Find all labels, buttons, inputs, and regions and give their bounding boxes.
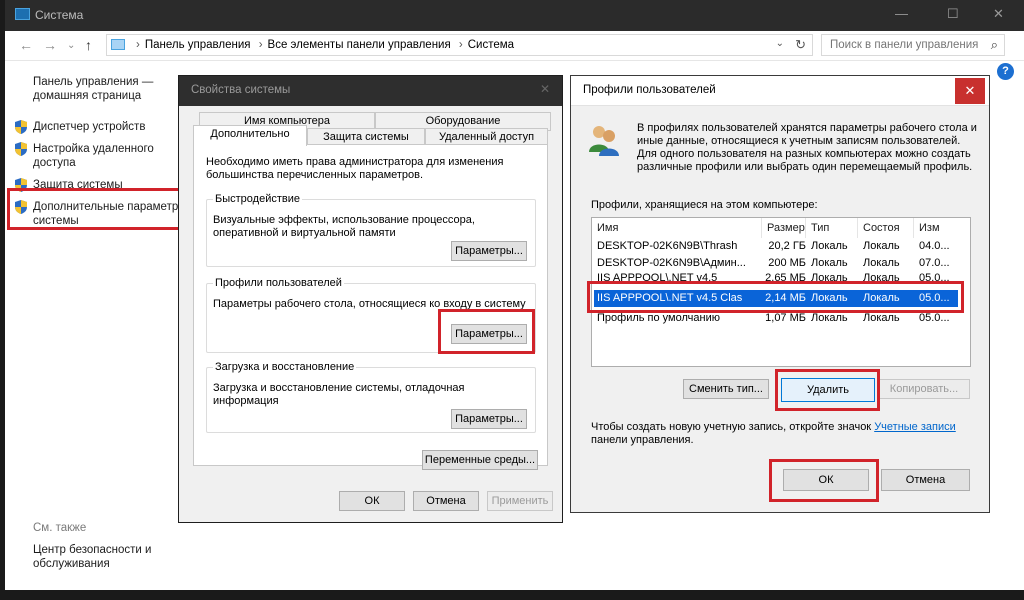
- highlight-box: [438, 309, 535, 354]
- highlight-box: [7, 188, 181, 230]
- chevron-right-icon: ›: [136, 39, 140, 51]
- shield-icon: [15, 120, 27, 134]
- cancel-button[interactable]: Отмена: [413, 491, 479, 511]
- sidebar-item-device-manager[interactable]: Диспетчер устройств: [15, 120, 193, 134]
- profile-state: Локаль: [863, 240, 900, 252]
- search-input[interactable]: [822, 35, 982, 55]
- breadcrumb-system[interactable]: Система: [468, 39, 514, 51]
- ok-button[interactable]: ОК: [339, 491, 405, 511]
- cancel-button[interactable]: Отмена: [881, 469, 970, 491]
- close-button[interactable]: ✕: [993, 6, 1004, 22]
- see-also-heading: См. также: [33, 522, 87, 534]
- profile-name: DESKTOP-02K6N9B\Thrash: [597, 240, 738, 252]
- performance-group: Быстродействие Визуальные эффекты, испол…: [206, 193, 536, 267]
- breadcrumb-all-items[interactable]: Все элементы панели управления: [268, 39, 451, 51]
- advanced-tab-panel: Необходимо иметь права администратора дл…: [193, 144, 548, 470]
- breadcrumb-control-panel[interactable]: Панель управления: [145, 39, 251, 51]
- forward-arrow-icon[interactable]: →: [43, 37, 57, 53]
- recent-chevron-icon[interactable]: ⌄: [67, 40, 75, 51]
- column-header-size[interactable]: Размер: [762, 218, 806, 238]
- column-header-name[interactable]: Имя: [592, 218, 762, 238]
- profile-modified: 04.0...: [919, 240, 950, 252]
- startup-recovery-group: Загрузка и восстановление Загрузка и вос…: [206, 361, 536, 433]
- help-icon[interactable]: ?: [997, 63, 1014, 80]
- dialog-title-bar: Свойства системы ✕: [179, 76, 562, 106]
- copy-button[interactable]: Копировать...: [878, 379, 970, 399]
- system-properties-dialog: Свойства системы ✕ Имя компьютера Оборуд…: [178, 75, 563, 523]
- highlight-box: [775, 369, 880, 411]
- group-description: Загрузка и восстановление системы, отлад…: [213, 382, 465, 407]
- security-center-link[interactable]: Центр безопасности и обслуживания: [33, 543, 173, 571]
- breadcrumb[interactable]: › Панель управления › Все элементы панели …: [106, 34, 813, 56]
- minimize-button[interactable]: —: [895, 6, 908, 21]
- column-header-modified[interactable]: Изм: [914, 218, 970, 238]
- up-arrow-icon[interactable]: ↑: [85, 37, 92, 53]
- performance-settings-button[interactable]: Параметры...: [451, 241, 527, 261]
- sidebar-home-link[interactable]: Панель управления — домашняя страница: [33, 75, 193, 103]
- footer-text: Чтобы создать новую учетную запись, откр…: [591, 421, 872, 433]
- close-button[interactable]: ✕: [955, 78, 985, 104]
- group-title: Быстродействие: [213, 193, 302, 205]
- control-panel-icon: [111, 39, 125, 50]
- sidebar-item-remote-access[interactable]: Настройка удаленного доступа: [15, 142, 193, 170]
- dialog-title-bar: Профили пользователей ✕: [571, 76, 989, 106]
- highlight-box: [769, 459, 879, 502]
- shield-icon: [15, 142, 27, 156]
- apply-button[interactable]: Применить: [487, 491, 553, 511]
- profiles-footer: Чтобы создать новую учетную запись, откр…: [591, 421, 971, 447]
- profile-modified: 07.0...: [919, 257, 950, 269]
- dialog-title: Свойства системы: [191, 84, 291, 96]
- environment-variables-button[interactable]: Переменные среды...: [422, 450, 538, 470]
- dialog-title: Профили пользователей: [583, 84, 716, 96]
- group-title: Загрузка и восстановление: [213, 361, 357, 373]
- footer-text-end: панели управления.: [591, 434, 694, 446]
- back-arrow-icon[interactable]: ←: [19, 37, 33, 53]
- profile-size: 20,2 ГБ: [768, 240, 806, 252]
- close-icon[interactable]: ✕: [540, 82, 550, 96]
- sidebar-item-label: Диспетчер устройств: [33, 121, 146, 133]
- computer-icon: [15, 8, 30, 20]
- refresh-icon[interactable]: ↻: [795, 37, 806, 53]
- title-bar: Система — ☐ ✕: [5, 0, 1024, 31]
- chevron-right-icon: ›: [458, 39, 463, 51]
- table-row[interactable]: DESKTOP-02K6N9B\Админ... 200 МБ Локаль Л…: [592, 255, 970, 272]
- window-title: Система: [35, 8, 84, 22]
- chevron-right-icon: ›: [258, 39, 263, 51]
- startup-recovery-settings-button[interactable]: Параметры...: [451, 409, 527, 429]
- profile-size: 200 МБ: [768, 257, 806, 269]
- group-description: Визуальные эффекты, использование процес…: [213, 214, 475, 239]
- profiles-list-label: Профили, хранящиеся на этом компьютере:: [591, 199, 818, 211]
- change-type-button[interactable]: Сменить тип...: [683, 379, 769, 399]
- maximize-button[interactable]: ☐: [947, 6, 959, 22]
- column-header-state[interactable]: Состоя: [858, 218, 914, 238]
- table-row[interactable]: DESKTOP-02K6N9B\Thrash 20,2 ГБ Локаль Ло…: [592, 238, 970, 255]
- profile-state: Локаль: [863, 257, 900, 269]
- group-title: Профили пользователей: [213, 277, 344, 289]
- sidebar-item-label: Настройка удаленного доступа: [33, 143, 154, 169]
- address-bar: ← → ⌄ ↑ › Панель управления › Все элементы…: [5, 31, 1024, 61]
- tab-advanced[interactable]: Дополнительно: [193, 125, 307, 146]
- users-icon: [589, 126, 619, 156]
- profile-name: DESKTOP-02K6N9B\Админ...: [597, 257, 746, 269]
- user-accounts-link[interactable]: Учетные записи: [874, 421, 956, 433]
- search-box: ⌕: [821, 34, 1005, 56]
- highlight-box: [587, 281, 964, 313]
- chevron-down-icon[interactable]: ⌄: [776, 38, 784, 49]
- profiles-intro: В профилях пользователей хранятся параме…: [637, 122, 977, 173]
- search-icon[interactable]: ⌕: [991, 37, 998, 53]
- profile-type: Локаль: [811, 257, 848, 269]
- profile-type: Локаль: [811, 240, 848, 252]
- admin-note: Необходимо иметь права администратора дл…: [206, 156, 504, 181]
- column-header-type[interactable]: Тип: [806, 218, 858, 238]
